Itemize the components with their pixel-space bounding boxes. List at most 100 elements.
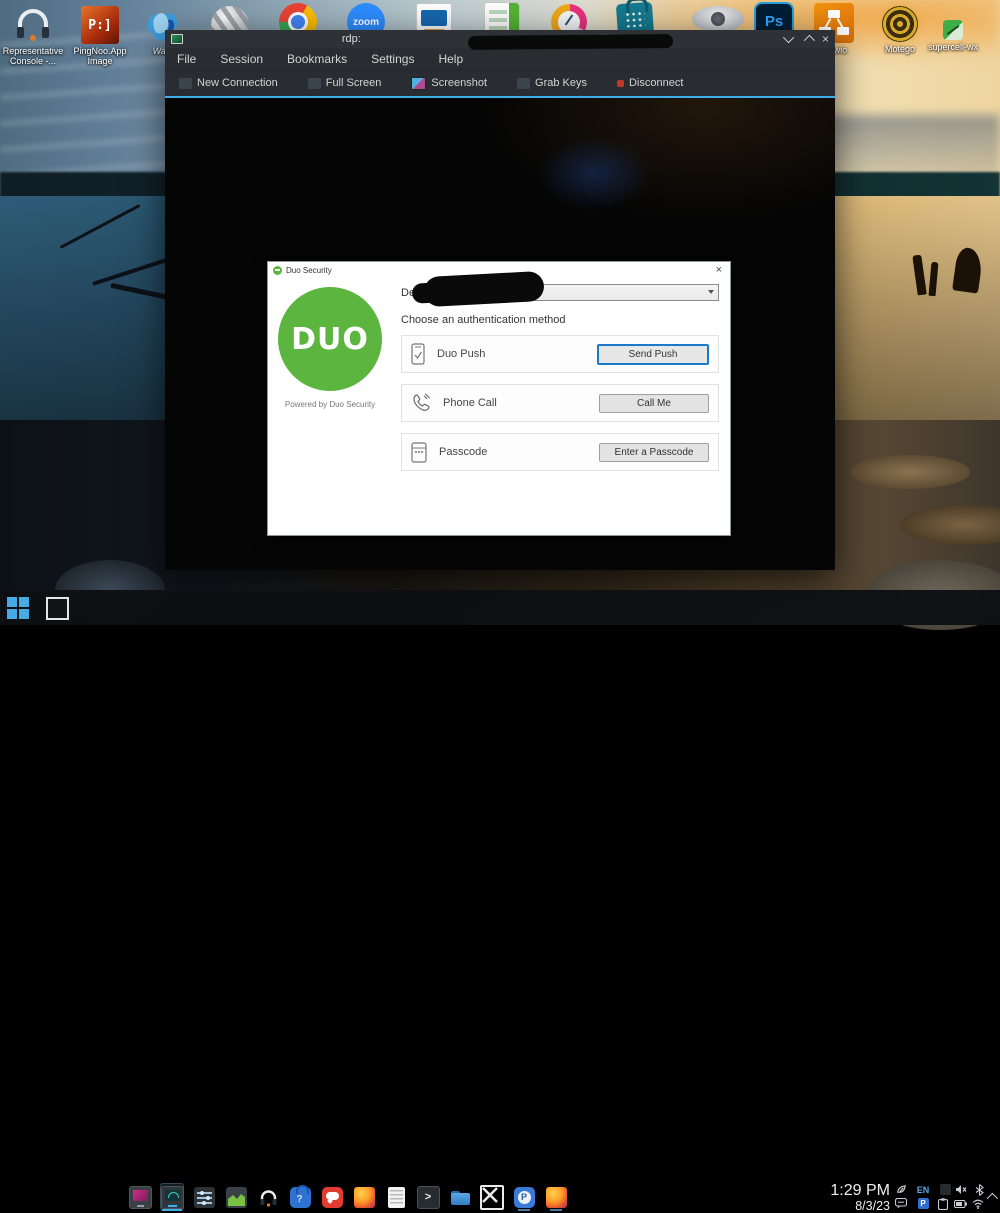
method-row-passcode: Passcode Enter a Passcode xyxy=(401,433,719,471)
task-file-manager[interactable] xyxy=(448,1183,472,1211)
krdc-toolbar: New Connection Full Screen Screenshot Gr… xyxy=(165,69,835,96)
task-manager: ? > xyxy=(128,1182,568,1212)
desktop-icon-eye[interactable] xyxy=(686,6,750,32)
desktop-icon-label: PingNoo.App Image xyxy=(68,46,132,66)
disconnect-icon xyxy=(617,80,624,87)
task-krdc-active[interactable] xyxy=(160,1183,184,1211)
clipboard-icon[interactable] xyxy=(936,1197,950,1210)
duo-security-dialog: Duo Security × DUO Powered by Duo Securi… xyxy=(267,261,731,536)
menu-session[interactable]: Session xyxy=(220,52,263,66)
screenshot-icon xyxy=(411,77,426,90)
task-firefox-2[interactable] xyxy=(544,1183,568,1211)
wifi-icon[interactable] xyxy=(971,1197,985,1210)
new-connection-icon xyxy=(179,78,192,89)
krdc-menubar: File Session Bookmarks Settings Help xyxy=(165,48,835,69)
volume-muted-icon[interactable] xyxy=(954,1183,968,1196)
document-icon xyxy=(388,1187,405,1208)
task-red-chat-app[interactable] xyxy=(320,1183,344,1211)
battery-icon[interactable] xyxy=(953,1197,967,1210)
sliders-icon xyxy=(194,1187,215,1208)
task-x-frame-app[interactable] xyxy=(480,1183,504,1211)
clock-time: 1:29 PM xyxy=(798,1183,890,1200)
task-terminal[interactable]: > xyxy=(416,1183,440,1211)
headset-icon xyxy=(13,4,53,44)
pingid-icon: P xyxy=(514,1187,535,1208)
desktop-icon-label: Representative Console -... xyxy=(1,46,65,66)
full-screen-button[interactable]: Full Screen xyxy=(308,77,382,89)
chevron-down-icon xyxy=(708,290,714,294)
task-settings-sliders[interactable] xyxy=(192,1183,216,1211)
supercell-wx-icon xyxy=(943,20,963,40)
method-row-phone-call: Phone Call Call Me xyxy=(401,384,719,422)
remote-desktop-view[interactable]: Duo Security × DUO Powered by Duo Securi… xyxy=(165,98,835,570)
menu-help[interactable]: Help xyxy=(438,52,463,66)
desktop-icon-pingnoo[interactable]: P:] PingNoo.App Image xyxy=(68,6,132,66)
menu-settings[interactable]: Settings xyxy=(371,52,414,66)
task-system-monitor[interactable] xyxy=(224,1183,248,1211)
expand-tray-chevron-icon[interactable] xyxy=(984,1190,998,1203)
night-color-icon[interactable] xyxy=(894,1183,908,1196)
close-icon[interactable]: × xyxy=(822,33,829,45)
terminal-icon: > xyxy=(417,1186,440,1209)
grab-keys-icon xyxy=(517,78,530,89)
remote-wifi-monitor-icon xyxy=(161,1186,184,1209)
disconnect-button[interactable]: Disconnect xyxy=(617,77,683,89)
full-screen-icon xyxy=(308,78,321,89)
remote-wallpaper-glow xyxy=(537,136,652,211)
auth-method-prompt: Choose an authentication method xyxy=(401,314,719,326)
task-pingid[interactable]: P xyxy=(512,1183,536,1211)
phone-call-icon xyxy=(411,393,431,413)
desktop-icon-motego[interactable]: Motego xyxy=(868,6,932,54)
krdc-titlebar[interactable]: rdp: — KRDC × xyxy=(165,30,835,48)
duo-logo-circle: DUO xyxy=(278,287,382,391)
method-label: Duo Push xyxy=(437,348,585,360)
clock-date: 8/3/23 xyxy=(798,1200,890,1213)
task-blue-bag-app[interactable]: ? xyxy=(288,1183,312,1211)
krdc-window: rdp: — KRDC × File Session Bookmarks Set… xyxy=(165,30,835,570)
maximize-icon[interactable] xyxy=(804,35,815,46)
x-frame-icon xyxy=(480,1185,504,1210)
duo-logo-icon xyxy=(273,266,282,275)
duo-push-phone-icon xyxy=(411,343,425,365)
pingid-tray-icon[interactable]: P xyxy=(916,1197,930,1210)
menu-bookmarks[interactable]: Bookmarks xyxy=(287,52,347,66)
desktop-icon-label: Motego xyxy=(868,44,932,54)
folder-icon xyxy=(450,1187,471,1208)
desktop-icon-supercell-wx[interactable]: supercell-wx xyxy=(925,20,981,52)
menu-file[interactable]: File xyxy=(177,52,196,66)
duo-logo-text: DUO xyxy=(291,322,369,357)
screenshot-button[interactable]: Screenshot xyxy=(411,77,487,90)
desktop-icon-label: supercell-wx xyxy=(925,42,981,52)
new-connection-button[interactable]: New Connection xyxy=(179,77,278,89)
passcode-keypad-icon xyxy=(411,442,427,463)
task-text-document[interactable] xyxy=(384,1183,408,1211)
desktop-icon-representative-console[interactable]: Representative Console -... xyxy=(1,4,65,66)
redaction-blob-device xyxy=(423,271,544,307)
virtual-desktop-pager[interactable] xyxy=(46,597,69,620)
task-headset-app[interactable] xyxy=(256,1183,280,1211)
method-label: Passcode xyxy=(439,446,587,458)
blue-bag-icon: ? xyxy=(290,1187,311,1208)
inactive-tray-icon[interactable] xyxy=(938,1183,952,1196)
firefox-icon xyxy=(546,1187,567,1208)
grab-keys-button[interactable]: Grab Keys xyxy=(517,77,587,89)
call-me-button[interactable]: Call Me xyxy=(599,394,709,413)
keyboard-layout-indicator[interactable]: EN xyxy=(916,1183,930,1196)
task-krdc-session[interactable] xyxy=(128,1183,152,1211)
method-row-duo-push: Duo Push Send Push xyxy=(401,335,719,373)
digital-clock[interactable]: 1:29 PM 8/3/23 xyxy=(798,1183,890,1213)
chat-bubble-icon xyxy=(322,1187,343,1208)
redaction-blob-title xyxy=(468,34,673,50)
duo-close-icon[interactable]: × xyxy=(713,264,725,276)
enter-passcode-button[interactable]: Enter a Passcode xyxy=(599,443,709,462)
task-firefox[interactable] xyxy=(352,1183,376,1211)
area-chart-icon xyxy=(226,1187,247,1208)
pingnoo-icon: P:] xyxy=(81,6,119,44)
app-launcher-button[interactable] xyxy=(6,596,30,620)
firefox-icon xyxy=(354,1187,375,1208)
rock xyxy=(850,455,970,489)
method-label: Phone Call xyxy=(443,397,587,409)
taskbar: ? > xyxy=(0,590,1000,625)
send-push-button[interactable]: Send Push xyxy=(597,344,709,365)
messages-tray-icon[interactable] xyxy=(894,1197,908,1210)
